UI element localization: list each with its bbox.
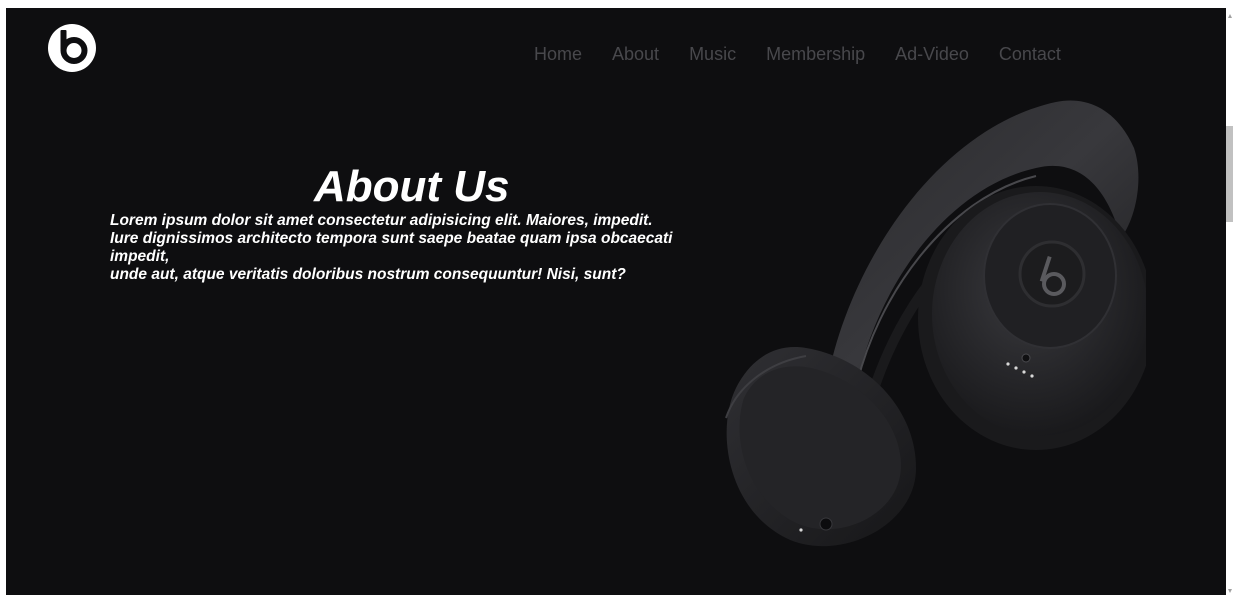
headphones-image (725, 100, 1146, 547)
page-viewport: Home About Music Membership Ad-Video Con… (6, 8, 1226, 595)
nav-link-membership[interactable]: Membership (766, 44, 865, 65)
scroll-up-icon[interactable] (1228, 14, 1232, 18)
about-line-1: Lorem ipsum dolor sit amet consectetur a… (110, 212, 653, 229)
nav-link-about[interactable]: About (612, 44, 659, 65)
nav-link-contact[interactable]: Contact (999, 44, 1061, 65)
main-nav: Home About Music Membership Ad-Video Con… (534, 44, 1061, 65)
about-description: Lorem ipsum dolor sit amet consectetur a… (110, 212, 680, 284)
nav-link-ad-video[interactable]: Ad-Video (895, 44, 969, 65)
about-line-2: Iure dignissimos architecto tempora sunt… (110, 230, 673, 265)
scrollbar-thumb[interactable] (1226, 126, 1233, 222)
nav-link-music[interactable]: Music (689, 44, 736, 65)
page-scrollbar[interactable] (1226, 8, 1233, 595)
scroll-down-icon[interactable] (1228, 589, 1232, 593)
nav-link-home[interactable]: Home (534, 44, 582, 65)
about-line-3: unde aut, atque veritatis doloribus nost… (110, 266, 626, 283)
about-title: About Us (314, 162, 510, 211)
beats-logo-icon[interactable] (46, 22, 98, 74)
